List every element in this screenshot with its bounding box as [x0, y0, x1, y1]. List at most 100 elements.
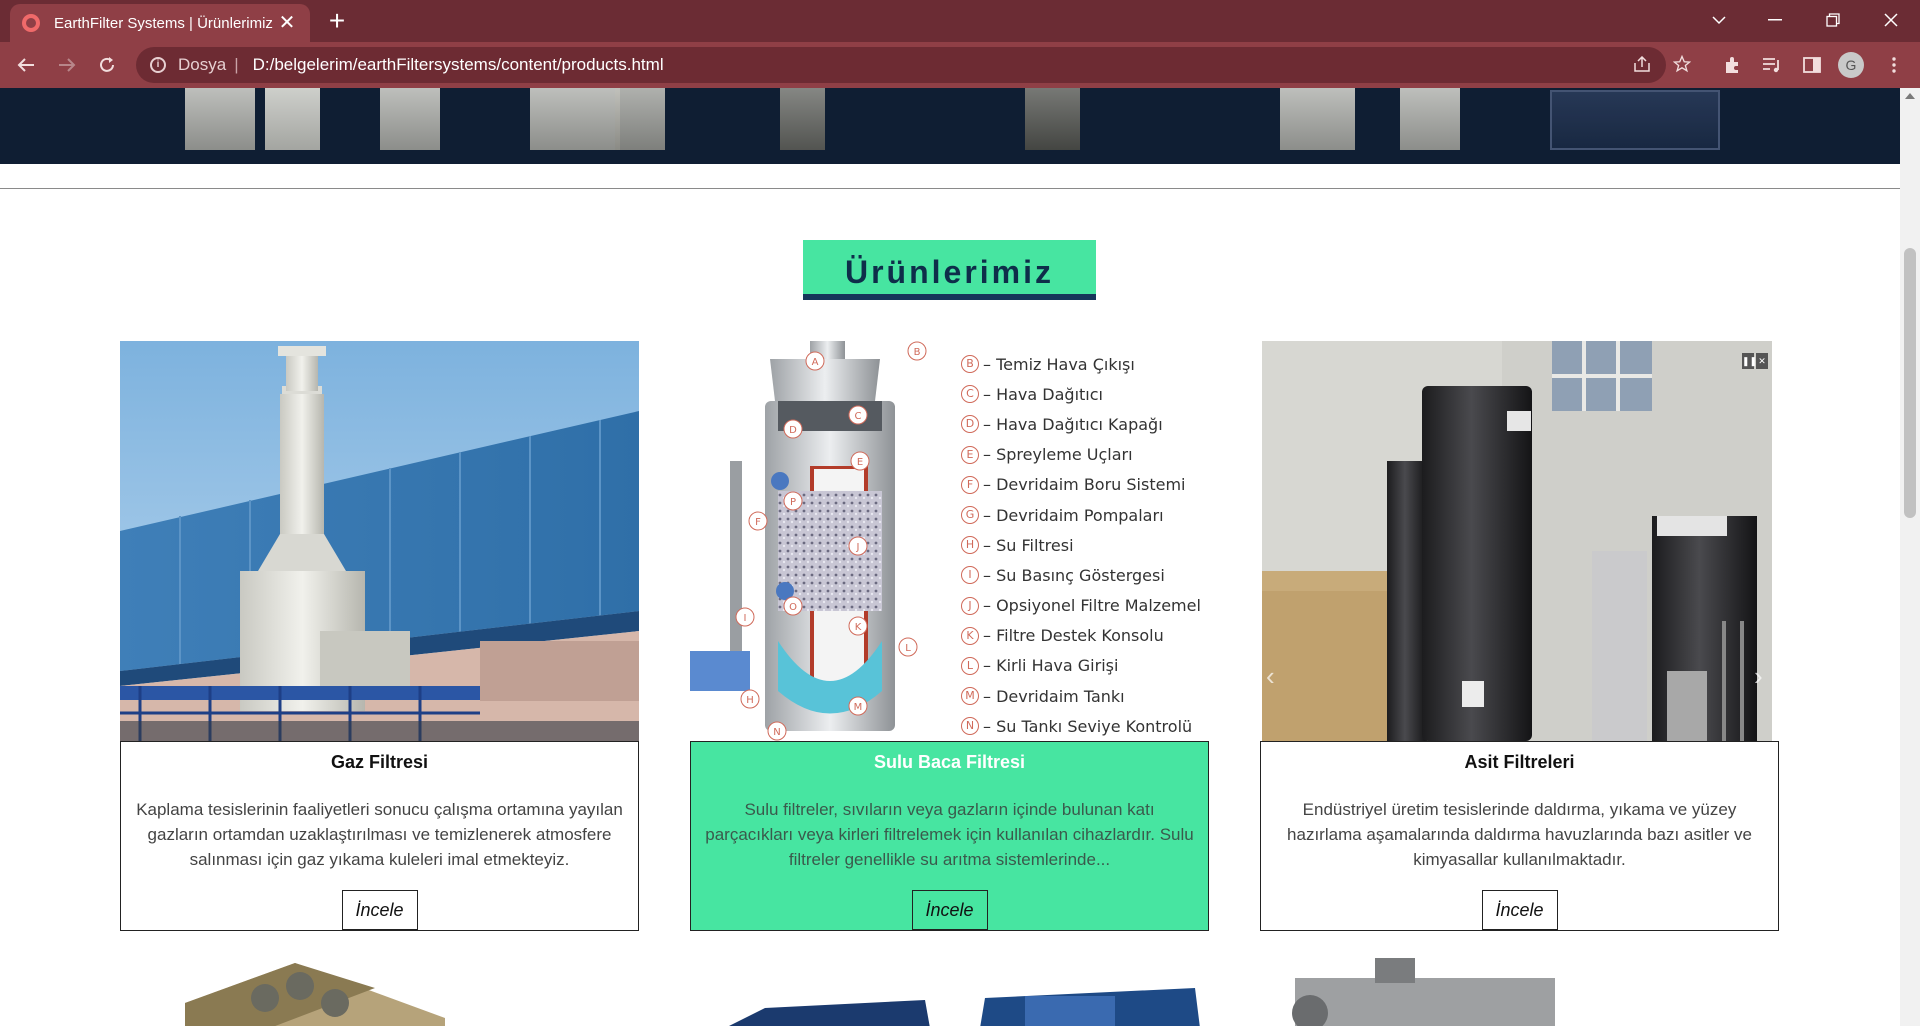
slider-close-icon[interactable]: ✕ — [1756, 353, 1768, 369]
window-close-icon[interactable] — [1868, 0, 1914, 40]
address-bar[interactable]: i Dosya | D:/belgelerim/earthFiltersyste… — [136, 47, 1666, 83]
hero-banner — [0, 88, 1900, 164]
address-url[interactable]: D:/belgelerim/earthFiltersystems/content… — [253, 55, 664, 75]
restore-icon[interactable] — [1810, 0, 1856, 40]
diagram-part-letter: L — [961, 656, 979, 675]
slider-prev-icon[interactable]: ‹ — [1266, 661, 1275, 692]
hero-machine-image — [615, 88, 665, 150]
address-scheme: Dosya — [178, 55, 227, 74]
hero-machine-image — [1550, 90, 1720, 150]
hero-machine-image — [530, 88, 620, 150]
diagram-part-item: F – Devridaim Boru Sistemi — [961, 470, 1209, 500]
diagram-callout-j: J — [856, 542, 860, 553]
diagram-callout-k: K — [855, 622, 862, 633]
diagram-part-item: K – Filtre Destek Konsolu — [961, 621, 1209, 651]
diagram-part-label: – Spreyleme Uçları — [983, 445, 1133, 465]
slider-pause-icon[interactable]: ❚❚ — [1742, 353, 1757, 369]
diagram-part-label: – Hava Dağıtıcı Kapağı — [983, 414, 1163, 434]
diagram-callout-f: F — [755, 517, 761, 528]
diagram-part-label: – Hava Dağıtıcı — [983, 384, 1103, 404]
diagram-callout-i: I — [744, 613, 747, 624]
reload-icon[interactable] — [91, 49, 123, 81]
product-card-gaz-filtresi[interactable]: Gaz Filtresi Kaplama tesislerinin faaliy… — [120, 341, 639, 931]
incele-button[interactable]: İncele — [1481, 890, 1558, 930]
product-image-next-row — [175, 958, 455, 1026]
kebab-menu-icon[interactable] — [1879, 50, 1909, 80]
product-card-sulu-baca-filtresi[interactable]: A B C D E P F J I O K L H M N B– Temiz — [690, 341, 1209, 931]
media-playlist-icon[interactable] — [1757, 50, 1787, 80]
incele-button[interactable]: İncele — [341, 890, 418, 930]
page-title: Ürünlerimiz — [803, 240, 1096, 300]
diagram-callout-o: O — [789, 602, 797, 613]
site-favicon-icon — [22, 14, 40, 32]
product-description: Kaplama tesislerinin faaliyetleri sonucu… — [136, 800, 623, 869]
diagram-part-letter: J — [961, 596, 979, 615]
hero-machine-image — [1025, 88, 1080, 150]
new-tab-button[interactable]: + — [322, 6, 352, 36]
forward-arrow-icon[interactable] — [51, 49, 83, 81]
diagram-part-letter: D — [961, 415, 979, 434]
diagram-part-letter: E — [961, 445, 979, 464]
diagram-callout-p: P — [790, 497, 796, 508]
diagram-part-item: C – Hava Dağıtıcı — [961, 379, 1209, 409]
diagram-part-item: I – Su Basınç Göstergesi — [961, 560, 1209, 590]
hero-machine-image — [380, 88, 440, 150]
diagram-part-item: J – Opsiyonel Filtre Malzemel — [961, 591, 1209, 621]
diagram-callout-e: E — [857, 457, 863, 468]
diagram-part-label: – Devridaim Tankı — [983, 686, 1125, 706]
diagram-part-letter: I — [961, 566, 979, 585]
hero-machine-image — [185, 88, 255, 150]
diagram-part-label: – Devridaim Boru Sistemi — [983, 475, 1186, 495]
back-arrow-icon[interactable] — [10, 49, 42, 81]
address-separator: | — [234, 55, 239, 74]
diagram-part-label: – Filtre Destek Konsolu — [983, 626, 1164, 646]
profile-avatar[interactable]: G — [1838, 52, 1864, 78]
browser-toolbar: i Dosya | D:/belgelerim/earthFiltersyste… — [0, 42, 1920, 88]
share-icon[interactable] — [1628, 50, 1656, 78]
diagram-part-letter: B — [961, 355, 979, 374]
diagram-part-item: D – Hava Dağıtıcı Kapağı — [961, 409, 1209, 439]
diagram-part-label: – Devridaim Pompaları — [983, 505, 1164, 525]
hero-machine-image — [1280, 88, 1355, 150]
diagram-callout-n: N — [773, 727, 780, 738]
diagram-part-item: H – Su Filtresi — [961, 530, 1209, 560]
diagram-parts-list: B – Temiz Hava Çıkışı C – Hava Dağıtıcı D – H… — [961, 349, 1209, 741]
diagram-part-item: N – Su Tankı Seviye Kontrolü — [961, 711, 1209, 741]
diagram-part-label: – Su Filtresi — [983, 535, 1074, 555]
product-name: Asit Filtreleri — [1464, 752, 1575, 772]
hero-machine-image — [780, 88, 825, 150]
diagram-part-label: – Su Basınç Göstergesi — [983, 565, 1165, 585]
tab-search-chevron-icon[interactable] — [1696, 0, 1742, 40]
product-card-body: Gaz Filtresi Kaplama tesislerinin faaliy… — [120, 741, 639, 931]
scrollbar-thumb[interactable] — [1904, 248, 1916, 518]
product-card-asit-filtreleri[interactable]: ❚❚ ✕ ‹ › Asit Filtreleri Endüstriyel üre… — [1260, 341, 1779, 931]
section-divider — [0, 188, 1900, 189]
slider-next-icon[interactable]: › — [1754, 661, 1763, 692]
diagram-part-letter: H — [961, 536, 979, 555]
incele-button[interactable]: İncele — [911, 890, 988, 930]
diagram-part-item: G – Devridaim Pompaları — [961, 500, 1209, 530]
diagram-part-label: – Kirli Hava Girişi — [983, 656, 1119, 676]
extensions-puzzle-icon[interactable] — [1717, 50, 1747, 80]
diagram-callout-l: L — [905, 643, 911, 654]
product-image-next-row — [1275, 958, 1575, 1026]
site-info-icon[interactable]: i — [150, 57, 166, 73]
hero-machine-image — [265, 88, 320, 150]
diagram-callout-m: M — [854, 702, 863, 713]
diagram-part-letter: G — [961, 506, 979, 525]
minimize-icon[interactable] — [1752, 0, 1798, 40]
diagram-part-letter: M — [961, 687, 979, 706]
diagram-callout-h: H — [746, 695, 754, 706]
page-scrollbar[interactable] — [1900, 88, 1920, 1026]
product-description: Sulu filtreler, sıvıların veya gazların … — [705, 800, 1194, 869]
side-panel-icon[interactable] — [1797, 50, 1827, 80]
scroll-up-arrow-icon[interactable] — [1905, 93, 1915, 99]
diagram-part-item: B – Temiz Hava Çıkışı — [961, 349, 1209, 379]
browser-tab-active[interactable]: EarthFilter Systems | Ürünlerimiz ✕ — [10, 4, 310, 42]
bookmark-star-icon[interactable] — [1668, 50, 1696, 78]
tab-title: EarthFilter Systems | Ürünlerimiz — [54, 14, 273, 32]
product-card-body: Asit Filtreleri Endüstriyel üretim tesis… — [1260, 741, 1779, 931]
tab-close-icon[interactable]: ✕ — [276, 12, 298, 34]
diagram-callout-c: C — [855, 411, 862, 422]
diagram-part-item: L – Kirli Hava Girişi — [961, 651, 1209, 681]
